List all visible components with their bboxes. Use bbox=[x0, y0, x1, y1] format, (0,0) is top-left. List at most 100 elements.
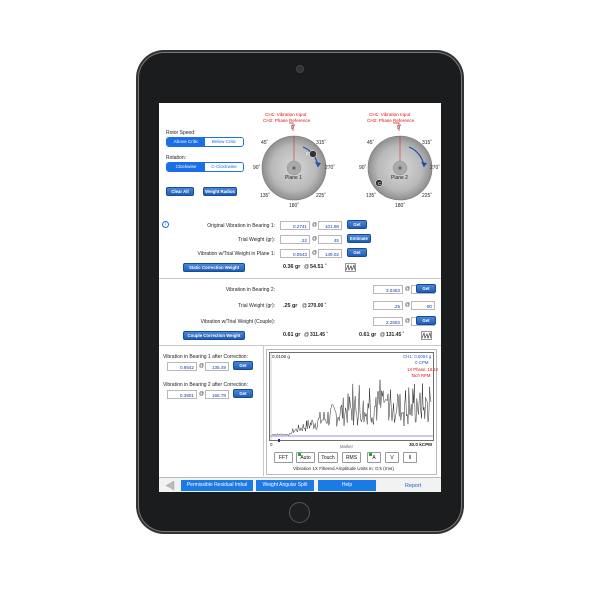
plane1-marker: C bbox=[306, 151, 310, 156]
bearing2-amplitude[interactable]: 3.0463 bbox=[373, 285, 403, 294]
plane1-deg-45: 45˚ bbox=[261, 140, 269, 146]
plane2-deg-135: 135˚ bbox=[366, 193, 377, 199]
back-arrow-icon[interactable] bbox=[165, 480, 175, 491]
plane2-deg-45: 45˚ bbox=[367, 140, 375, 146]
bearing1-after-phase[interactable]: 135.49 bbox=[205, 362, 229, 371]
bearing2-after-label: Vibration in Bearing 2 after Correction: bbox=[163, 382, 248, 388]
couple-trial-angle: 270.00 ˚ bbox=[308, 303, 327, 309]
plane2-deg-225: 225˚ bbox=[422, 193, 433, 199]
export-waveform-icon[interactable] bbox=[421, 331, 432, 340]
couple-vibration-amplitude[interactable]: 2.2653 bbox=[373, 317, 403, 326]
vertical-divider bbox=[263, 346, 264, 476]
above-critic-option[interactable]: Above Critic bbox=[167, 138, 205, 146]
plane2-deg-180: 180˚ bbox=[395, 203, 406, 209]
export-waveform-icon[interactable] bbox=[345, 263, 356, 272]
rotation-segmented[interactable]: Clockwise C-Clockwise bbox=[166, 162, 244, 172]
report-link[interactable]: Report bbox=[405, 483, 421, 489]
static-result-at: @ bbox=[304, 264, 310, 270]
at-symbol: @ bbox=[405, 302, 411, 308]
couple-correction-weight-button[interactable]: Couple Correction Weight bbox=[183, 331, 245, 340]
trial-weight-amount[interactable]: .32 bbox=[280, 235, 310, 244]
permissible-residual-imbalance-button[interactable]: Permissible Residual Imbal bbox=[181, 480, 253, 491]
couple-trial-weight-value: .25 gr bbox=[283, 303, 298, 309]
weight-radius-button[interactable]: Weight Radius bbox=[203, 187, 237, 196]
plane1-deg-225: 225˚ bbox=[316, 193, 327, 199]
app-screen: CH1: Vibration Input CH2: Phase Referenc… bbox=[159, 103, 441, 492]
trial-weight-angle[interactable]: 45 bbox=[318, 235, 342, 244]
front-camera bbox=[296, 65, 304, 73]
at-symbol: @ bbox=[199, 391, 205, 397]
rotor-speed-label: Rotor Speed: bbox=[166, 130, 196, 136]
below-critic-option[interactable]: Below Critic bbox=[205, 138, 243, 146]
at-symbol: @ bbox=[405, 286, 411, 292]
couple-trial-amount[interactable]: .25 bbox=[373, 301, 403, 310]
rotation-label: Rotation: bbox=[166, 155, 187, 161]
divider bbox=[159, 278, 441, 279]
plane1-deg-90: 90˚ bbox=[253, 165, 261, 171]
trial-weight-label: Trial Weight (gr): bbox=[238, 237, 275, 243]
fft-button[interactable]: FFT bbox=[274, 452, 293, 463]
clear-all-button[interactable]: Clear All bbox=[166, 187, 194, 196]
estimate-button[interactable]: Estimate bbox=[347, 234, 371, 243]
spectrum-phase: 1X Phase: 18.19 bbox=[407, 367, 438, 372]
rotor-speed-segmented[interactable]: Above Critic Below Critic bbox=[166, 137, 244, 147]
couple-trial-at: @ bbox=[302, 303, 308, 309]
plane2-deg-90: 90˚ bbox=[359, 165, 367, 171]
velocity-button[interactable]: V bbox=[385, 452, 399, 463]
home-button[interactable] bbox=[289, 502, 310, 523]
pause-button[interactable]: II bbox=[403, 452, 417, 463]
couple-result2-at: @ bbox=[380, 332, 386, 338]
vibration-trial-couple-label: Vibration w/Trial Weight (Couple): bbox=[200, 319, 275, 325]
at-symbol: @ bbox=[199, 363, 205, 369]
spectrum-x-end: 30.0 kCPM bbox=[409, 442, 432, 447]
info-icon[interactable]: i bbox=[162, 221, 169, 228]
spectrum-marker[interactable] bbox=[278, 439, 280, 442]
couple-trial-weight-label: Trial Weight (gr): bbox=[238, 303, 275, 309]
bearing1-after-amplitude[interactable]: 0.9542 bbox=[167, 362, 197, 371]
at-symbol: @ bbox=[312, 250, 318, 256]
touch-button[interactable]: Touch bbox=[318, 452, 338, 463]
bearing2-vibration-label: Vibration in Bearing 2: bbox=[225, 287, 275, 293]
spectrum-top-left: 0.0106 g bbox=[272, 354, 290, 359]
couple-result1-weight: 0.61 gr bbox=[283, 332, 301, 338]
bearing2-after-amplitude[interactable]: 0.3801 bbox=[167, 390, 197, 399]
spectrum-ch1-value: CH1: 0.0004 g bbox=[403, 354, 432, 359]
original-vibration-amplitude[interactable]: 0.2741 bbox=[280, 221, 310, 230]
c-clockwise-option[interactable]: C-Clockwise bbox=[205, 163, 243, 171]
original-vibration-phase[interactable]: 101.98 bbox=[318, 221, 342, 230]
original-vibration-label: Original Vibration in Bearing 1: bbox=[207, 223, 275, 229]
plane1-deg-135: 135˚ bbox=[260, 193, 271, 199]
acceleration-active-indicator bbox=[369, 453, 372, 456]
at-symbol: @ bbox=[312, 222, 318, 228]
tablet-device: CH1: Vibration Input CH2: Phase Referenc… bbox=[138, 52, 462, 532]
auto-active-indicator bbox=[298, 453, 301, 456]
get-bearing2-button[interactable]: Get bbox=[416, 284, 436, 293]
static-correction-weight-button[interactable]: Static Correction Weight bbox=[183, 263, 245, 272]
get-original-button[interactable]: Get bbox=[347, 220, 367, 229]
plane1-deg-270: 270˚ bbox=[325, 165, 336, 171]
plane2-marker: C bbox=[378, 181, 382, 186]
vibration-trial-amplitude[interactable]: 0.0543 bbox=[280, 249, 310, 258]
vibration-trial-phase[interactable]: 149.02 bbox=[318, 249, 342, 258]
get-trial-button[interactable]: Get bbox=[347, 248, 367, 257]
couple-result2-weight: 0.61 gr bbox=[359, 332, 377, 338]
help-button[interactable]: Help bbox=[318, 480, 376, 491]
get-bearing1-after-button[interactable]: Get bbox=[233, 361, 253, 370]
weight-angular-split-button[interactable]: Weight Angular Split bbox=[256, 480, 314, 491]
plane1-deg-0: 0˚ bbox=[291, 125, 296, 131]
rms-button[interactable]: RMS bbox=[342, 452, 361, 463]
couple-trial-phase[interactable]: 90 bbox=[411, 301, 435, 310]
spectrum-marker-label: Marker bbox=[340, 444, 354, 449]
plane1-name: Plane 1 bbox=[285, 175, 302, 181]
at-symbol: @ bbox=[312, 236, 318, 242]
vibration-trial-plane1-label: Vibration w/Trial Weight in Plane 1: bbox=[197, 251, 275, 257]
clockwise-option[interactable]: Clockwise bbox=[167, 163, 205, 171]
get-couple-trial-button[interactable]: Get bbox=[416, 316, 436, 325]
static-result-angle: 54.51 ˚ bbox=[310, 264, 327, 270]
plane2-deg-270: 270˚ bbox=[430, 165, 441, 171]
bearing1-after-label: Vibration in Bearing 1 after Correction: bbox=[163, 354, 248, 360]
bearing2-after-phase[interactable]: 165.78 bbox=[205, 390, 229, 399]
couple-result1-angle: 311.45 ˚ bbox=[310, 332, 329, 338]
plane1-deg-315: 315˚ bbox=[316, 140, 327, 146]
get-bearing2-after-button[interactable]: Get bbox=[233, 389, 253, 398]
